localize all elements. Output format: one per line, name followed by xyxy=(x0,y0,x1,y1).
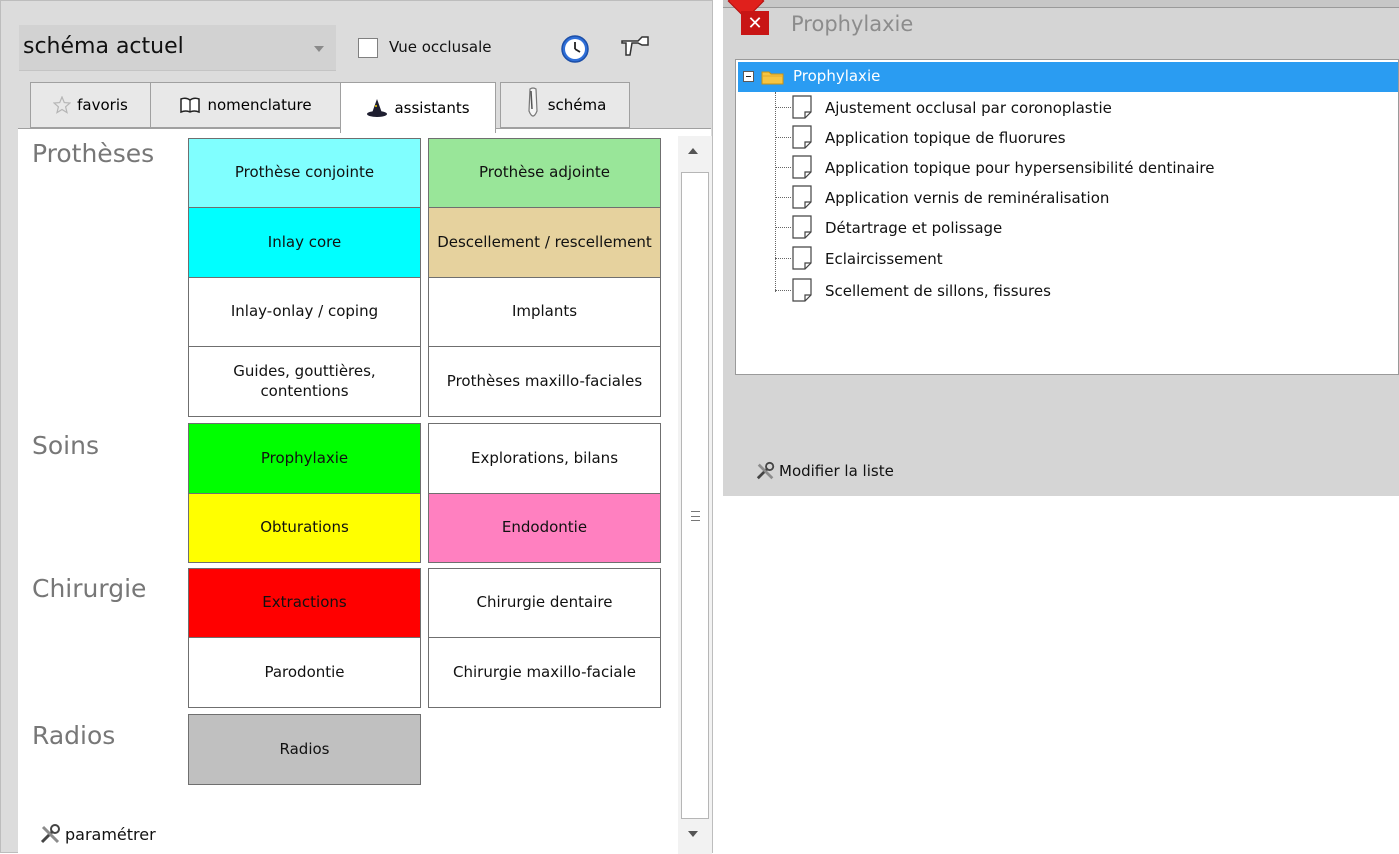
tile-parodontie[interactable]: Parodontie xyxy=(188,637,421,708)
tree-root-node[interactable]: Prophylaxie xyxy=(738,62,1398,92)
tree-item-label: Eclaircissement xyxy=(825,250,943,268)
chevron-down-icon xyxy=(314,46,324,52)
document-icon xyxy=(792,125,812,149)
tree-branch xyxy=(775,258,791,259)
document-icon xyxy=(792,95,812,119)
clock-icon[interactable] xyxy=(560,34,590,64)
tree-item[interactable]: Détartrage et polissage xyxy=(775,214,1395,242)
scroll-down-arrow-icon[interactable] xyxy=(688,831,698,837)
wizard-hat-icon xyxy=(367,99,388,117)
tree-branch xyxy=(775,167,791,168)
tile-obturations[interactable]: Obturations xyxy=(188,493,421,563)
tree-item[interactable]: Scellement de sillons, fissures xyxy=(775,277,1395,305)
vertical-scrollbar[interactable] xyxy=(678,136,712,854)
section-label-radios: Radios xyxy=(32,721,116,750)
close-button[interactable]: ✕ xyxy=(741,11,769,35)
tile-implants[interactable]: Implants xyxy=(428,277,661,347)
assistants-panel: schéma actuel Vue occlusale favoris nome… xyxy=(0,0,713,854)
tree-item-label: Scellement de sillons, fissures xyxy=(825,282,1051,300)
tree-item[interactable]: Eclaircissement xyxy=(775,245,1395,273)
tile-prothese-conjointe[interactable]: Prothèse conjointe xyxy=(188,138,421,208)
document-icon xyxy=(792,215,812,239)
occlusal-view-label: Vue occlusale xyxy=(389,38,492,56)
tab-label: schéma xyxy=(547,96,607,114)
tree-item-label: Détartrage et polissage xyxy=(825,219,1003,237)
tree-root-label: Prophylaxie xyxy=(793,67,881,85)
section-label-protheses: Prothèses xyxy=(32,139,155,168)
tools-icon xyxy=(40,824,60,844)
scroll-thumb[interactable] xyxy=(681,172,709,819)
tile-prophylaxie[interactable]: Prophylaxie xyxy=(188,423,421,494)
panel-frame xyxy=(723,0,1399,8)
tab-label: favoris xyxy=(77,96,128,114)
tile-explorations-bilans[interactable]: Explorations, bilans xyxy=(428,423,661,494)
tile-endodontie[interactable]: Endodontie xyxy=(428,493,661,563)
tree-item-label: Application vernis de reminéralisation xyxy=(825,189,1110,207)
scroll-up-arrow-icon[interactable] xyxy=(688,148,698,154)
tab-assistants[interactable]: assistants xyxy=(340,82,496,133)
document-icon xyxy=(792,278,812,302)
tile-chirurgie-dentaire[interactable]: Chirurgie dentaire xyxy=(428,568,661,638)
panel-title: Prophylaxie xyxy=(791,12,914,36)
tree-item[interactable]: Ajustement occlusal par coronoplastie xyxy=(775,94,1395,122)
scheme-select[interactable]: schéma actuel xyxy=(19,25,336,71)
tree-item-label: Application topique pour hypersensibilit… xyxy=(825,159,1215,177)
document-icon xyxy=(792,246,812,270)
tile-guides-gouttieres-contentions[interactable]: Guides, gouttières, contentions xyxy=(188,346,421,417)
tile-descellement-rescellement[interactable]: Descellement / rescellement xyxy=(428,207,661,278)
tab-nomenclature[interactable]: nomenclature xyxy=(150,82,341,128)
tooth-tool-icon[interactable] xyxy=(618,33,652,59)
tile-prothese-adjointe[interactable]: Prothèse adjointe xyxy=(428,138,661,208)
modify-list-label: Modifier la liste xyxy=(779,462,894,480)
tile-extractions[interactable]: Extractions xyxy=(188,568,421,638)
tree-branch xyxy=(775,227,791,228)
tile-protheses-maxillo-faciales[interactable]: Prothèses maxillo-faciales xyxy=(428,346,661,417)
book-icon xyxy=(180,97,201,114)
tab-label: nomenclature xyxy=(207,96,312,114)
tile-chirurgie-maxillo-faciale[interactable]: Chirurgie maxillo-faciale xyxy=(428,637,661,708)
section-label-chirurgie: Chirurgie xyxy=(32,574,147,603)
occlusal-view-checkbox[interactable] xyxy=(358,38,378,58)
star-icon xyxy=(53,96,72,114)
configure-label: paramétrer xyxy=(65,824,156,844)
tree-item[interactable]: Application topique de fluorures xyxy=(775,124,1395,152)
tab-schema[interactable]: schéma xyxy=(500,82,630,128)
collapse-icon[interactable] xyxy=(743,71,754,82)
tree-branch xyxy=(775,290,791,291)
tree-branch xyxy=(775,107,791,108)
tree-item[interactable]: Application vernis de reminéralisation xyxy=(775,184,1395,212)
tab-label: assistants xyxy=(394,99,470,117)
configure-link[interactable]: paramétrer xyxy=(39,823,156,845)
tree-branch xyxy=(775,197,791,198)
tab-favoris[interactable]: favoris xyxy=(30,82,151,128)
close-icon: ✕ xyxy=(747,12,763,34)
document-icon xyxy=(792,155,812,179)
tile-radios[interactable]: Radios xyxy=(188,714,421,785)
document-icon xyxy=(792,185,812,209)
tree-item-label: Ajustement occlusal par coronoplastie xyxy=(825,99,1112,117)
tile-inlay-core[interactable]: Inlay core xyxy=(188,207,421,278)
tile-inlay-onlay-coping[interactable]: Inlay-onlay / coping xyxy=(188,277,421,347)
tree-item-label: Application topique de fluorures xyxy=(825,129,1066,147)
tree-item[interactable]: Application topique pour hypersensibilit… xyxy=(775,154,1395,182)
modify-list-link[interactable]: Modifier la liste xyxy=(755,461,894,481)
grip-icon xyxy=(691,511,700,521)
folder-icon xyxy=(761,71,784,85)
section-label-soins: Soins xyxy=(32,431,99,460)
tools-icon xyxy=(756,461,775,480)
tree-branch xyxy=(775,137,791,138)
tooth-icon xyxy=(528,87,538,117)
scheme-select-value: schéma actuel xyxy=(23,34,184,59)
